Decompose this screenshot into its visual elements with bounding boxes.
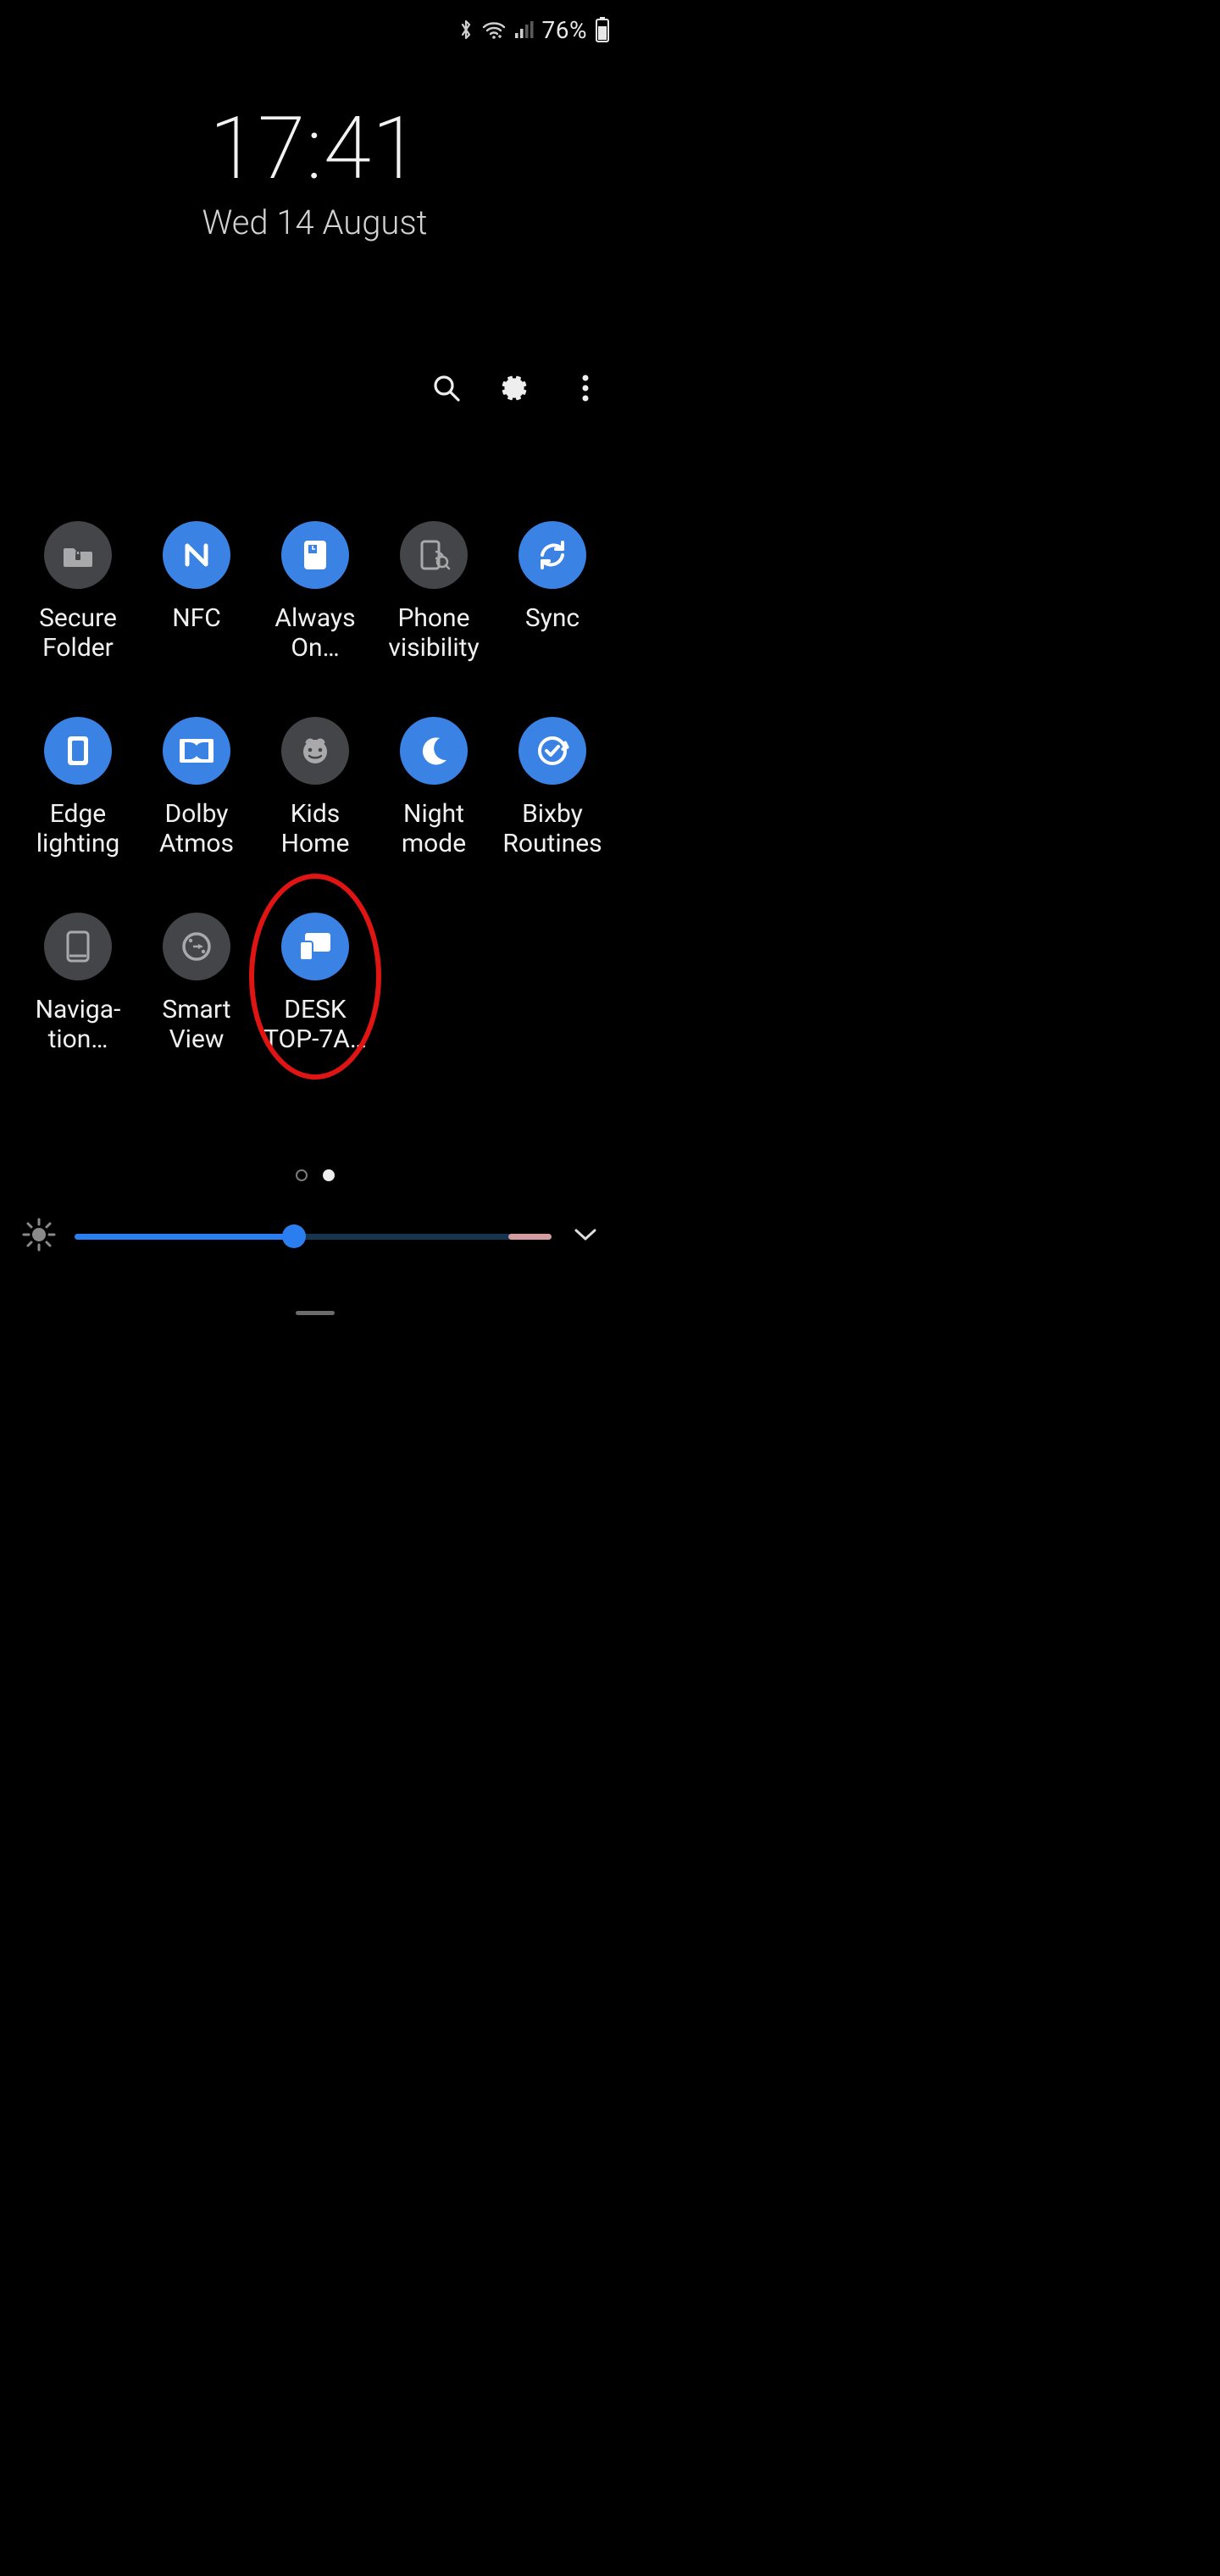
tile-toggle-dolby[interactable]: [163, 717, 230, 785]
chevron-down-icon: [573, 1226, 598, 1246]
status-bar: 76%: [0, 0, 629, 59]
panel-actions: [428, 371, 604, 408]
tile-link-windows[interactable]: DESK TOP-7A…: [256, 913, 374, 1054]
tile-label: Edge lighting: [36, 800, 119, 858]
tile-toggle-edge-light[interactable]: [44, 717, 112, 785]
clock-time: 17:41: [0, 97, 629, 199]
tile-kids-home[interactable]: Kids Home: [256, 717, 374, 858]
tile-dolby[interactable]: Dolby Atmos: [137, 717, 256, 858]
tile-secure-folder[interactable]: Secure Folder: [19, 521, 137, 663]
tile-label: DESK TOP-7A…: [263, 996, 367, 1054]
folder-lock-icon: [61, 538, 95, 572]
tile-toggle-kids-home[interactable]: [281, 717, 349, 785]
clock-block: 17:41 Wed 14 August: [0, 97, 629, 242]
tile-label: Phone visibility: [388, 604, 479, 663]
tile-label: Night mode: [402, 800, 466, 858]
search-icon: [431, 373, 462, 407]
auto-brightness-button[interactable]: [19, 1216, 59, 1257]
signal-icon: [513, 19, 535, 40]
tile-label: Dolby Atmos: [159, 800, 234, 858]
page-dot-1[interactable]: [323, 1169, 335, 1181]
moon-icon: [418, 735, 450, 767]
tile-toggle-sync[interactable]: [518, 521, 586, 589]
kids-icon: [297, 733, 333, 769]
more-vert-icon: [581, 374, 590, 406]
tile-label: Kids Home: [281, 800, 350, 858]
tile-night-mode[interactable]: Night mode: [374, 717, 493, 858]
gesture-hint-bar[interactable]: [296, 1311, 335, 1315]
tile-smart-view[interactable]: Smart View: [137, 913, 256, 1054]
edge-light-icon: [63, 733, 93, 769]
battery-percent: 76%: [542, 16, 587, 44]
brightness-expand-button[interactable]: [567, 1218, 604, 1255]
dolby-icon: [178, 737, 215, 764]
check-rotate-icon: [535, 733, 570, 769]
tile-label: Secure Folder: [39, 604, 117, 663]
tile-bixby[interactable]: Bixby Routines: [493, 717, 612, 858]
tile-toggle-secure-folder[interactable]: [44, 521, 112, 589]
tile-toggle-bixby[interactable]: [518, 717, 586, 785]
tile-label: Naviga- tion…: [36, 996, 121, 1054]
brightness-slider[interactable]: [75, 1221, 552, 1252]
tile-nfc[interactable]: NFC: [137, 521, 256, 663]
gear-icon: [502, 374, 530, 406]
tile-toggle-link-windows[interactable]: [281, 913, 349, 980]
nav-bar-icon: [63, 929, 93, 964]
smart-view-icon: [179, 929, 214, 964]
tile-navigation[interactable]: Naviga- tion…: [19, 913, 137, 1054]
brightness-icon: [22, 1218, 56, 1255]
tile-toggle-navigation[interactable]: [44, 913, 112, 980]
tile-toggle-smart-view[interactable]: [163, 913, 230, 980]
tile-always-on[interactable]: Always On…: [256, 521, 374, 663]
tile-label: NFC: [172, 604, 221, 634]
quick-settings-grid: Secure Folder NFC Always On… Phone visibili…: [0, 521, 629, 1054]
brightness-row: [0, 1216, 629, 1257]
tile-label: Smart View: [162, 996, 230, 1054]
page-dot-0[interactable]: [296, 1169, 308, 1181]
tile-label: Always On…: [274, 604, 355, 663]
settings-button[interactable]: [497, 371, 535, 408]
tile-toggle-phone-vis[interactable]: [400, 521, 468, 589]
tile-label: Sync: [525, 604, 580, 634]
phone-vis-icon: [417, 538, 451, 572]
clock-rect-icon: [300, 538, 330, 572]
page-indicator[interactable]: [0, 1169, 629, 1181]
sync-icon: [535, 537, 570, 573]
tile-label: Bixby Routines: [502, 800, 602, 858]
nfc-icon: [179, 537, 214, 573]
tile-phone-vis[interactable]: Phone visibility: [374, 521, 493, 663]
more-button[interactable]: [567, 371, 604, 408]
clock-date: Wed 14 August: [0, 203, 629, 242]
brightness-slider-thumb[interactable]: [282, 1224, 306, 1248]
search-button[interactable]: [428, 371, 465, 408]
battery-icon: [594, 17, 611, 42]
tile-toggle-night-mode[interactable]: [400, 717, 468, 785]
wifi-icon: [481, 19, 507, 41]
link-windows-icon: [297, 931, 334, 962]
tile-toggle-always-on[interactable]: [281, 521, 349, 589]
tile-edge-light[interactable]: Edge lighting: [19, 717, 137, 858]
tile-sync[interactable]: Sync: [493, 521, 612, 663]
tile-toggle-nfc[interactable]: [163, 521, 230, 589]
bluetooth-icon: [458, 18, 474, 42]
